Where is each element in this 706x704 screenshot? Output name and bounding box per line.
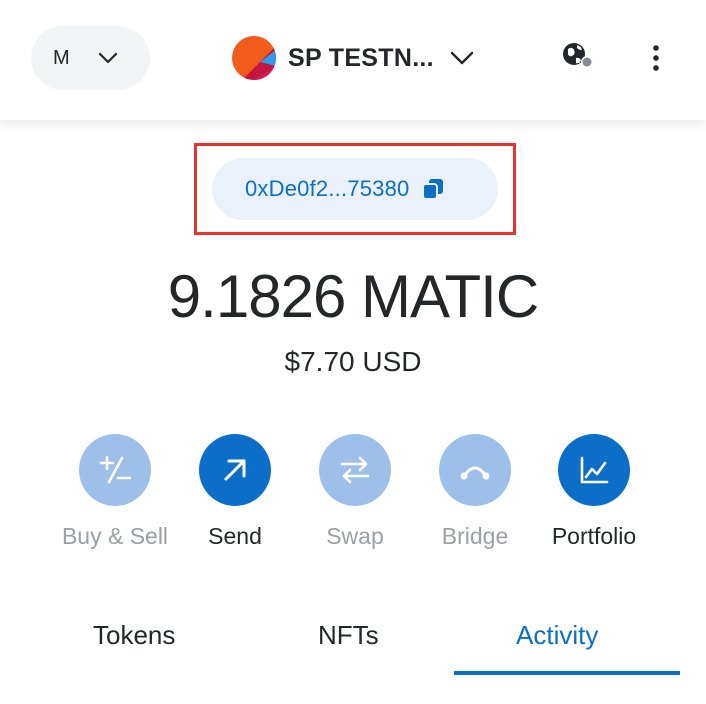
send-button[interactable]: Send [165, 434, 305, 550]
network-avatar-icon [232, 36, 276, 80]
tab-activity[interactable]: Activity [516, 620, 598, 651]
network-picker-button[interactable]: SP TESTN... [232, 35, 476, 81]
portfolio-label: Portfolio [551, 523, 637, 549]
active-tab-indicator [454, 671, 680, 675]
kebab-menu-icon [640, 45, 672, 80]
network-name: SP TESTN... [288, 43, 434, 72]
send-arrow-icon [199, 434, 271, 506]
chevron-down-icon [97, 47, 119, 69]
tab-nfts[interactable]: NFTs [318, 620, 379, 651]
swap-arrows-icon [319, 434, 391, 506]
copy-icon [421, 177, 445, 201]
copy-address-button[interactable]: 0xDe0f2...75380 [212, 158, 498, 220]
tab-tokens[interactable]: Tokens [93, 620, 175, 651]
swap-button[interactable]: Swap [285, 434, 425, 550]
buy-sell-label: Buy & Sell [61, 523, 169, 549]
asset-tabs: Tokens NFTs Activity [0, 600, 706, 680]
account-picker-button[interactable]: M [31, 26, 150, 90]
portfolio-button[interactable]: Portfolio [524, 434, 664, 550]
send-label: Send [208, 523, 262, 549]
account-options-menu-button[interactable] [640, 40, 672, 76]
bridge-icon [439, 434, 511, 506]
buy-sell-icon [79, 434, 151, 506]
token-balance: 9.1826 MATIC [167, 263, 539, 330]
app-header: M SP TESTN... [0, 0, 706, 120]
buy-sell-button[interactable]: Buy & Sell [45, 434, 185, 550]
account-address: 0xDe0f2...75380 [245, 176, 410, 201]
globe-connected-icon [560, 43, 596, 78]
connected-sites-button[interactable] [560, 40, 596, 74]
portfolio-chart-icon [558, 434, 630, 506]
chevron-down-icon [448, 44, 476, 72]
fiat-balance: $7.70 USD [284, 346, 422, 377]
account-initial: M [53, 46, 70, 69]
swap-label: Swap [326, 523, 384, 549]
